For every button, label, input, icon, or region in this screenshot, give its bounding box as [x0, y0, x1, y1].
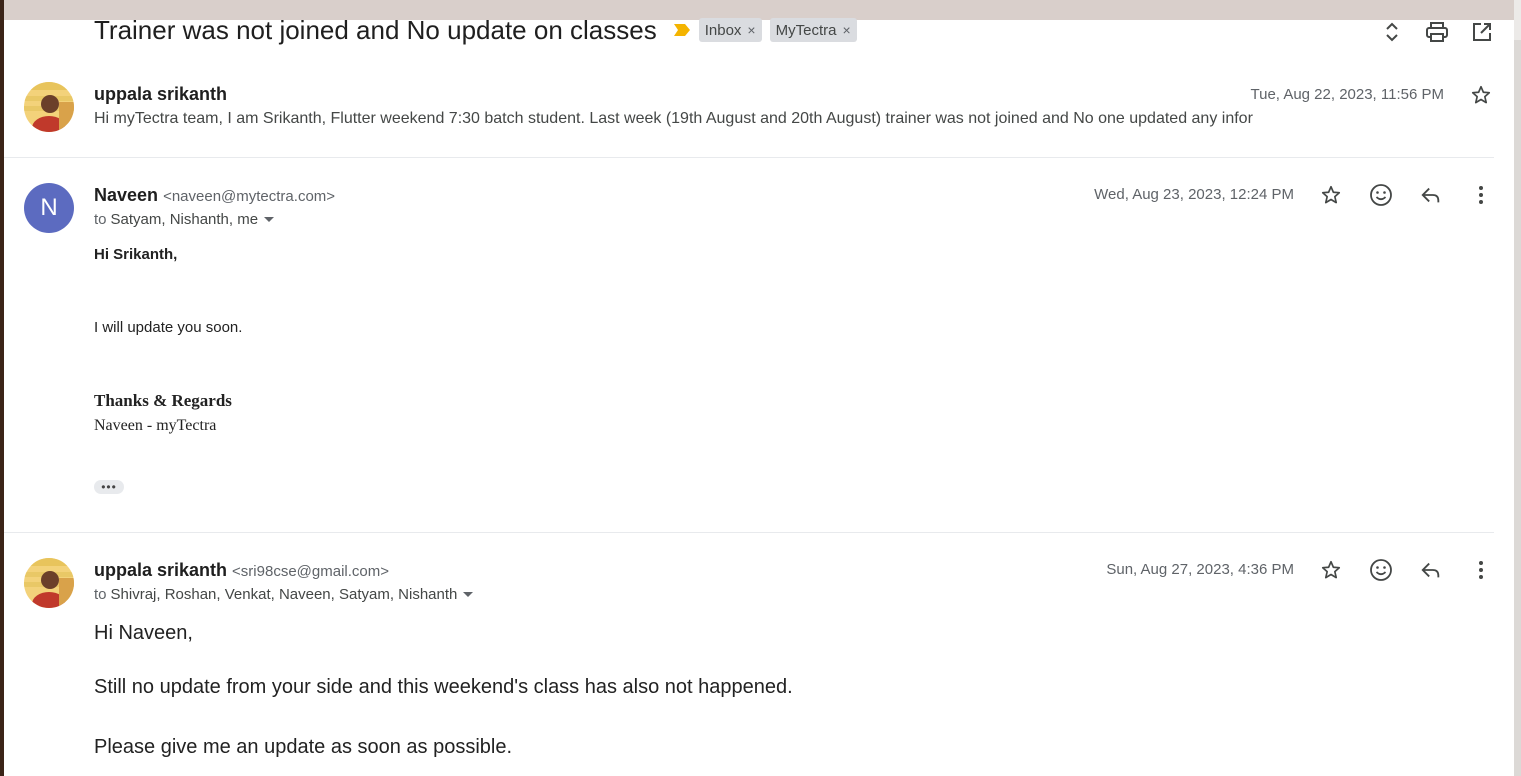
signature-title: Thanks & Regards [94, 391, 232, 410]
message-divider [4, 157, 1494, 158]
sender-name: uppala srikanth <sri98cse@gmail.com> [94, 560, 389, 581]
message-date: Tue, Aug 22, 2023, 11:56 PM [1250, 86, 1444, 103]
label-name: MyTectra [775, 21, 837, 39]
message-body-line: Still no update from your side and this … [94, 676, 793, 698]
print-icon[interactable] [1425, 20, 1449, 44]
expand-collapse-icon[interactable] [1380, 20, 1404, 44]
email-thread-panel: uppala srikanth Tue, Aug 22, 2023, 11:56… [4, 20, 1514, 776]
star-icon[interactable] [1317, 181, 1345, 209]
important-marker-icon[interactable] [673, 23, 691, 37]
sender-avatar: N [24, 183, 74, 233]
sender-name-text: Naveen [94, 185, 159, 205]
message-date: Wed, Aug 23, 2023, 12:24 PM [1094, 186, 1294, 203]
message-divider [4, 532, 1494, 533]
emoji-reaction-icon[interactable] [1367, 181, 1395, 209]
sender-avatar [24, 82, 74, 132]
message-body-line: Please give me an update as soon as poss… [94, 736, 513, 758]
thread-header: Trainer was not joined and No update on … [94, 12, 857, 48]
remove-label-icon[interactable]: × [747, 22, 755, 38]
signature-name: Naveen - myTectra [94, 417, 217, 434]
sender-avatar [24, 558, 74, 608]
reply-icon[interactable] [1417, 181, 1445, 209]
open-in-new-window-icon[interactable] [1470, 20, 1494, 44]
show-trimmed-content-button[interactable]: ••• [94, 480, 124, 494]
label-chip-inbox: Inbox × [698, 18, 762, 42]
reply-icon[interactable] [1417, 556, 1445, 584]
message-date: Sun, Aug 27, 2023, 4:36 PM [1106, 561, 1294, 578]
sender-email: <naveen@mytectra.com> [163, 188, 336, 205]
to-prefix: to [94, 211, 107, 228]
message-greeting: Hi Srikanth, [94, 246, 178, 263]
recipients: Satyam, Nishanth, me [110, 211, 259, 228]
sender-email: <sri98cse@gmail.com> [232, 563, 389, 580]
recipients-line: to Satyam, Nishanth, me [94, 211, 275, 228]
message-snippet: Hi myTectra team, I am Srikanth, Flutter… [94, 110, 1253, 127]
show-details-caret-icon[interactable] [463, 592, 474, 597]
sender-name-text: uppala srikanth [94, 560, 228, 580]
recipients: Shivraj, Roshan, Venkat, Naveen, Satyam,… [110, 586, 458, 603]
to-prefix: to [94, 586, 107, 603]
message-greeting: Hi Naveen, [94, 622, 193, 644]
label-chip-mytectra: MyTectra × [769, 18, 857, 42]
thread-subject: Trainer was not joined and No update on … [94, 14, 657, 45]
recipients-line: to Shivraj, Roshan, Venkat, Naveen, Saty… [94, 586, 474, 603]
star-icon[interactable] [1467, 81, 1495, 109]
message-body-line: I will update you soon. [94, 319, 243, 336]
emoji-reaction-icon[interactable] [1367, 556, 1395, 584]
more-options-icon[interactable] [1467, 181, 1495, 209]
sender-name: Naveen <naveen@mytectra.com> [94, 185, 335, 206]
scrollbar[interactable] [1514, 40, 1521, 776]
label-name: Inbox [704, 21, 742, 39]
sender-name: uppala srikanth [94, 84, 228, 104]
more-options-icon[interactable] [1467, 556, 1495, 584]
show-details-caret-icon[interactable] [264, 217, 275, 222]
remove-label-icon[interactable]: × [842, 22, 850, 38]
star-icon[interactable] [1317, 556, 1345, 584]
